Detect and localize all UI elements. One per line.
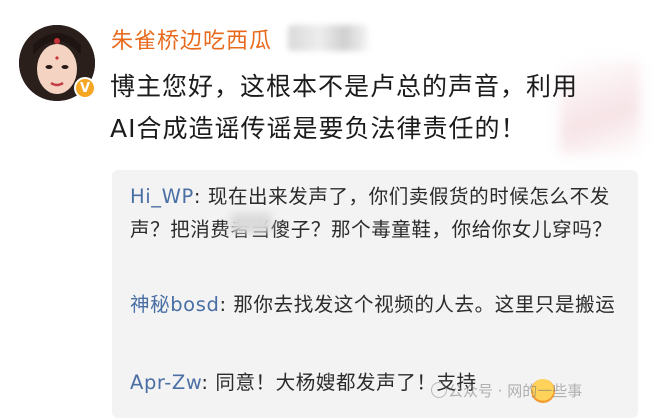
watermark-text: 公众号 · 网的一些事 [448,382,583,400]
reply-separator: : [219,293,234,316]
blurred-region [230,213,272,233]
reply-separator: : [201,371,216,394]
blurred-region [288,25,368,51]
comment-text: 博主您好，这根本不是卢总的声音，利用 AI合成造谣传谣是要负法律责任的！ [110,66,630,150]
verified-badge-icon: V [74,77,96,99]
reply-author[interactable]: Apr-Zw [130,371,201,394]
reply-author[interactable]: 神秘bosd [130,293,219,316]
reply-text: 那你去找发这个视频的人去。这里只是搬运 [233,293,616,316]
comment-line: 博主您好，这根本不是卢总的声音，利用 [110,72,579,101]
reply-item[interactable]: 神秘bosd: 那你去找发这个视频的人去。这里只是搬运 [130,288,630,321]
reply-item[interactable]: Hi_WP: 现在出来发声了，你们卖假货的时候怎么不发声？把消费者当傻子？那个毒… [130,180,630,246]
watermark-icon [431,382,447,398]
comment-line: AI合成造谣传谣是要负法律责任的！ [110,114,527,143]
username[interactable]: 朱雀桥边吃西瓜 [111,23,272,55]
reply-author[interactable]: Hi_WP [130,185,194,208]
reply-separator: : [193,185,208,208]
